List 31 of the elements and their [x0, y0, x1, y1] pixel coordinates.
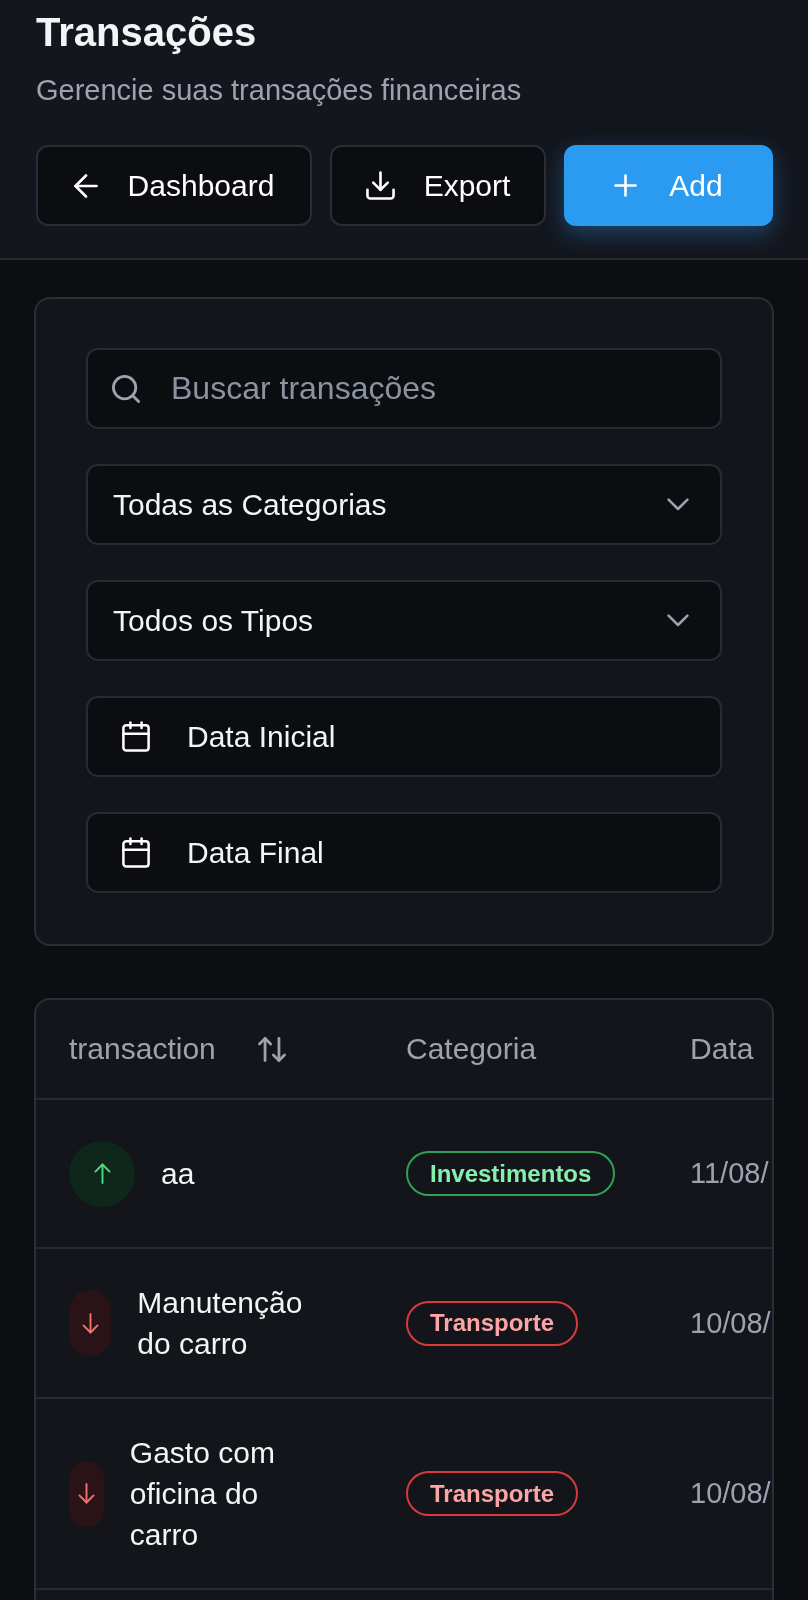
category-badge: Investimentos [406, 1151, 616, 1196]
transaction-name: aa [161, 1156, 195, 1192]
category-badge: Transporte [406, 1471, 579, 1516]
column-header: Categoria [406, 1032, 537, 1066]
date-picker-button[interactable]: Data Inicial [86, 696, 722, 777]
search-icon [112, 374, 140, 403]
dropdown-select[interactable]: Todas as Categorias [86, 464, 722, 545]
transaction-date: 10/08/ [690, 1306, 772, 1340]
column-header: transaction [69, 1032, 216, 1066]
transaction-name: Gasto com oficina do carro [129, 1435, 276, 1553]
export-button[interactable]: Export [330, 145, 546, 226]
plus-icon [614, 174, 638, 197]
arrow-down-icon [69, 1460, 104, 1527]
category-badge: Transporte [406, 1300, 579, 1346]
page-title: Transações [36, 9, 258, 56]
column-header: Data [690, 1032, 754, 1066]
chevron-down-icon [667, 498, 689, 511]
page-subtitle: Gerencie suas transações financeiras [36, 73, 523, 108]
search-field[interactable]: Buscar transações [86, 348, 722, 429]
back-button[interactable]: Dashboard [36, 145, 312, 226]
calendar-icon [122, 721, 150, 752]
transaction-date: 10/08/ [690, 1477, 772, 1510]
chevron-down-icon [667, 614, 689, 627]
transaction-date: 11/08/ [690, 1157, 770, 1190]
arrow-up-down-icon[interactable] [257, 1036, 286, 1062]
download-icon [365, 171, 395, 200]
arrow-down-icon [69, 1290, 112, 1356]
transaction-name: Manutenção do carro [137, 1285, 304, 1362]
dropdown-select[interactable]: Todos os Tipos [86, 580, 722, 661]
calendar-icon [122, 837, 150, 868]
date-picker-button[interactable]: Data Final [86, 812, 722, 893]
